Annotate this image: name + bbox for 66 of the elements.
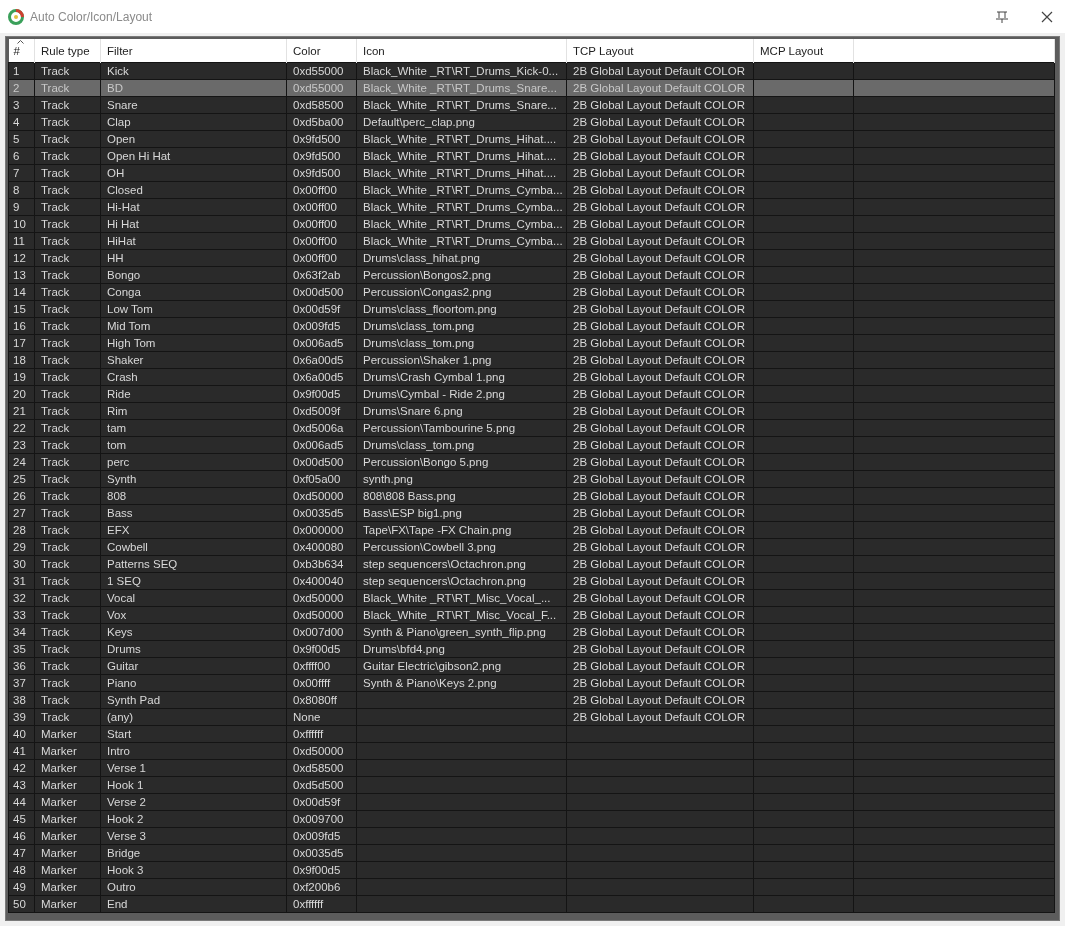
column-header[interactable]: Icon bbox=[356, 39, 567, 63]
table-row[interactable]: 6 Track Open Hi Hat 0x9fd500 Black_White _RT\RT_Drums_Hihat.... 2B Global Layout Default COLOR bbox=[8, 147, 1055, 165]
table-row[interactable]: 4 Track Clap 0xd5ba00 Default\perc_clap.png 2B Global Layout Default COLOR bbox=[8, 113, 1055, 131]
table-row[interactable]: 35 Track Drums 0x9f00d5 Drums\bfd4.png 2B Global Layout Default COLOR bbox=[8, 640, 1055, 658]
table-row[interactable]: 8 Track Closed 0x00ff00 Black_White _RT\RT_Drums_Cymba... 2B Global Layout Default COLOR bbox=[8, 181, 1055, 199]
table-row[interactable]: 50 Marker End 0xffffff bbox=[8, 895, 1055, 913]
table-cell: 1 bbox=[8, 62, 35, 80]
table-cell: Track bbox=[34, 62, 101, 80]
table-row[interactable]: 21 Track Rim 0xd5009f Drums\Snare 6.png 2B Global Layout Default COLOR bbox=[8, 402, 1055, 420]
table-row[interactable]: 36 Track Guitar 0xffff00 Guitar Electric\gibson2.png 2B Global Layout Default COLOR bbox=[8, 657, 1055, 675]
table-row[interactable]: 14 Track Conga 0x00d500 Percussion\Congas2.png 2B Global Layout Default COLOR bbox=[8, 283, 1055, 301]
app-logo-icon bbox=[8, 8, 24, 25]
table-row[interactable]: 9 Track Hi-Hat 0x00ff00 Black_White _RT\RT_Drums_Cymba... 2B Global Layout Default COLOR bbox=[8, 198, 1055, 216]
table-row[interactable]: 5 Track Open 0x9fd500 Black_White _RT\RT_Drums_Hihat.... 2B Global Layout Default COLOR bbox=[8, 130, 1055, 148]
table-row[interactable]: 13 Track Bongo 0x63f2ab Percussion\Bongos2.png 2B Global Layout Default COLOR bbox=[8, 266, 1055, 284]
table-row[interactable]: 30 Track Patterns SEQ 0xb3b634 step sequencers\Octachron.png 2B Global Layout Default COLOR bbox=[8, 555, 1055, 573]
table-row[interactable]: 47 Marker Bridge 0x0035d5 bbox=[8, 844, 1055, 862]
table-cell: 0xd55000 bbox=[286, 62, 357, 80]
column-header[interactable]: # bbox=[8, 39, 35, 63]
table-row[interactable]: 1 Track Kick 0xd55000 Black_White _RT\RT_Drums_Kick-0... 2B Global Layout Default COLOR bbox=[8, 62, 1055, 80]
table-row[interactable]: 49 Marker Outro 0xf200b6 bbox=[8, 878, 1055, 896]
table-row[interactable]: 15 Track Low Tom 0x00d59f Drums\class_floortom.png 2B Global Layout Default COLOR bbox=[8, 300, 1055, 318]
table-row[interactable]: 43 Marker Hook 1 0xd5d500 bbox=[8, 776, 1055, 794]
table-row[interactable]: 7 Track OH 0x9fd500 Black_White _RT\RT_Drums_Hihat.... 2B Global Layout Default COLOR bbox=[8, 164, 1055, 182]
table-cell: Black_White _RT\RT_Drums_Kick-0... bbox=[356, 62, 567, 80]
table-row[interactable]: 20 Track Ride 0x9f00d5 Drums\Cymbal - Ride 2.png 2B Global Layout Default COLOR bbox=[8, 385, 1055, 403]
table-row[interactable]: 3 Track Snare 0xd58500 Black_White _RT\RT_Drums_Snare... 2B Global Layout Default COLOR bbox=[8, 96, 1055, 114]
table-row[interactable]: 11 Track HiHat 0x00ff00 Black_White _RT\RT_Drums_Cymba... 2B Global Layout Default COLOR bbox=[8, 232, 1055, 250]
table-row[interactable]: 16 Track Mid Tom 0x009fd5 Drums\class_tom.png 2B Global Layout Default COLOR bbox=[8, 317, 1055, 335]
table-row[interactable]: 23 Track tom 0x006ad5 Drums\class_tom.png 2B Global Layout Default COLOR bbox=[8, 436, 1055, 454]
table-row[interactable]: 29 Track Cowbell 0x400080 Percussion\Cowbell 3.png 2B Global Layout Default COLOR bbox=[8, 538, 1055, 556]
table-row[interactable]: 41 Marker Intro 0xd50000 bbox=[8, 742, 1055, 760]
table-row[interactable]: 40 Marker Start 0xffffff bbox=[8, 725, 1055, 743]
table-row[interactable]: 33 Track Vox 0xd50000 Black_White _RT\RT_Misc_Vocal_F... 2B Global Layout Default COLOR bbox=[8, 606, 1055, 624]
table-row[interactable]: 34 Track Keys 0x007d00 Synth & Piano\green_synth_flip.png 2B Global Layout Default COLOR bbox=[8, 623, 1055, 641]
table-row[interactable]: 17 Track High Tom 0x006ad5 Drums\class_tom.png 2B Global Layout Default COLOR bbox=[8, 334, 1055, 352]
table-cell: Kick bbox=[100, 62, 287, 80]
table-row[interactable]: 44 Marker Verse 2 0x00d59f bbox=[8, 793, 1055, 811]
table-row[interactable]: 18 Track Shaker 0x6a00d5 Percussion\Shaker 1.png 2B Global Layout Default COLOR bbox=[8, 351, 1055, 369]
close-icon[interactable] bbox=[1041, 10, 1053, 23]
column-header[interactable]: Filter bbox=[100, 39, 287, 63]
column-header[interactable]: Rule type bbox=[34, 39, 101, 63]
table-row[interactable]: 31 Track 1 SEQ 0x400040 step sequencers\Octachron.png 2B Global Layout Default COLOR bbox=[8, 572, 1055, 590]
table-row[interactable]: 37 Track Piano 0x00ffff Synth & Piano\Keys 2.png 2B Global Layout Default COLOR bbox=[8, 674, 1055, 692]
table-row[interactable]: 42 Marker Verse 1 0xd58500 bbox=[8, 759, 1055, 777]
table-cell: 2B Global Layout Default COLOR bbox=[566, 62, 754, 80]
table-row[interactable]: 46 Marker Verse 3 0x009fd5 bbox=[8, 827, 1055, 845]
table-row[interactable]: 24 Track perc 0x00d500 Percussion\Bongo 5.png 2B Global Layout Default COLOR bbox=[8, 453, 1055, 471]
window-title: Auto Color/Icon/Layout bbox=[30, 9, 153, 24]
table-row[interactable]: 25 Track Synth 0xf05a00 synth.png 2B Global Layout Default COLOR bbox=[8, 470, 1055, 488]
table-row[interactable]: 22 Track tam 0xd5006a Percussion\Tambourine 5.png 2B Global Layout Default COLOR bbox=[8, 419, 1055, 437]
table-row[interactable]: 26 Track 808 0xd50000 808\808 Bass.png 2B Global Layout Default COLOR bbox=[8, 487, 1055, 505]
table-row[interactable]: 39 Track (any) None 2B Global Layout Default COLOR bbox=[8, 708, 1055, 726]
pin-icon[interactable] bbox=[995, 10, 1009, 23]
table-row[interactable]: 38 Track Synth Pad 0x8080ff 2B Global Layout Default COLOR bbox=[8, 691, 1055, 709]
column-header[interactable]: MCP Layout bbox=[753, 39, 854, 63]
table-row[interactable]: 19 Track Crash 0x6a00d5 Drums\Crash Cymbal 1.png 2B Global Layout Default COLOR bbox=[8, 368, 1055, 386]
table-row[interactable]: 48 Marker Hook 3 0x9f00d5 bbox=[8, 861, 1055, 879]
column-header[interactable]: TCP Layout bbox=[566, 39, 754, 63]
column-header[interactable]: Color bbox=[286, 39, 357, 63]
table-row[interactable]: 10 Track Hi Hat 0x00ff00 Black_White _RT\RT_Drums_Cymba... 2B Global Layout Default COLOR bbox=[8, 215, 1055, 233]
table-row[interactable]: 45 Marker Hook 2 0x009700 bbox=[8, 810, 1055, 828]
table-row[interactable]: 32 Track Vocal 0xd50000 Black_White _RT\RT_Misc_Vocal_... 2B Global Layout Default COLOR bbox=[8, 589, 1055, 607]
table-row[interactable]: 27 Track Bass 0x0035d5 Bass\ESP big1.png 2B Global Layout Default COLOR bbox=[8, 504, 1055, 522]
table-row[interactable]: 28 Track EFX 0x000000 Tape\FX\Tape -FX Chain.png 2B Global Layout Default COLOR bbox=[8, 521, 1055, 539]
table-row[interactable]: 12 Track HH 0x00ff00 Drums\class_hihat.png 2B Global Layout Default COLOR bbox=[8, 249, 1055, 267]
